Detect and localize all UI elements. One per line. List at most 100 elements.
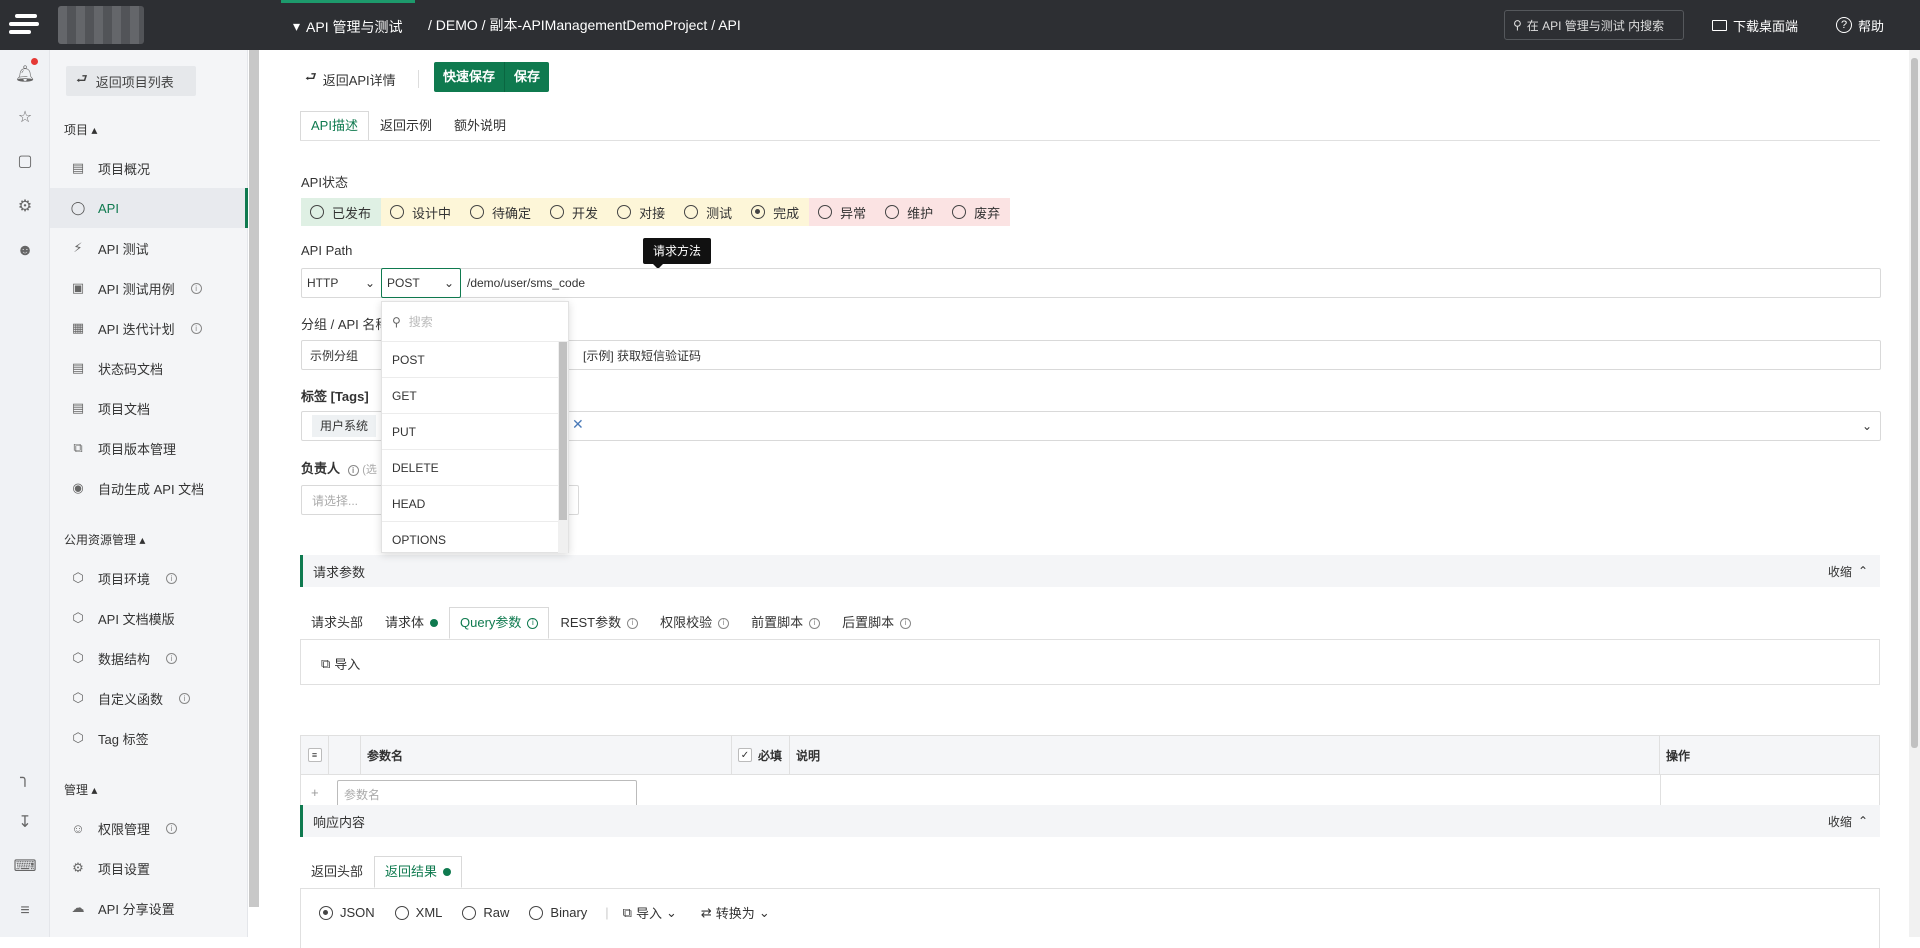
format-xml-radio[interactable]: XML — [394, 905, 442, 920]
status-option[interactable]: 开发 — [541, 198, 609, 226]
status-option[interactable]: 废弃 — [943, 198, 1011, 226]
sidebar-item-env[interactable]: ⬡ 项目环境 i — [50, 558, 248, 598]
tab-response-header[interactable]: 返回头部 — [300, 856, 374, 888]
sidebar-item-datastruct[interactable]: ⬡ 数据结构 i — [50, 638, 248, 678]
tab-response-result[interactable]: 返回结果 — [374, 856, 463, 888]
protocol-select[interactable]: HTTP ⌄ — [301, 268, 381, 298]
method-option-get[interactable]: GET — [382, 378, 558, 414]
owner-placeholder: 请选择... — [312, 493, 359, 508]
column-menu-icon[interactable]: ≡ — [301, 736, 329, 774]
radio-icon — [462, 905, 477, 920]
headset-icon[interactable]: ╮ — [15, 768, 35, 788]
convert-button[interactable]: ⇄ 转换为 ⌄ — [701, 903, 770, 922]
app-logo[interactable] — [7, 8, 41, 42]
collapse-response-button[interactable]: 收缩 ⌃ — [1828, 813, 1868, 830]
status-option[interactable]: 完成 — [742, 198, 810, 226]
sidebar-scrollbar[interactable] — [249, 50, 259, 907]
sidebar-item-label: API — [98, 200, 119, 216]
tab-request-header[interactable]: 请求头部 — [300, 607, 374, 639]
global-search-input[interactable]: ⚲ 在 API 管理与测试 内搜索 — [1504, 10, 1684, 40]
format-binary-radio[interactable]: Binary — [529, 905, 587, 920]
dropdown-search-input[interactable]: ⚲ 搜索 — [382, 302, 568, 342]
sidebar-item-project-doc[interactable]: ▤ 项目文档 — [50, 388, 248, 428]
keyboard-icon[interactable]: ⌨ — [13, 856, 36, 876]
bell-icon[interactable]: 🔔︎ — [15, 64, 35, 84]
sidebar-item-api[interactable]: ◯ API — [50, 188, 248, 228]
tab-query-params[interactable]: Query参数 i — [449, 607, 550, 639]
tab-post-script[interactable]: 后置脚本 i — [831, 607, 922, 639]
tab-api-description[interactable]: API描述 — [300, 111, 369, 141]
status-option-label: 维护 — [907, 205, 934, 221]
tab-auth[interactable]: 权限校验 i — [649, 607, 740, 639]
top-bar: ▾ API 管理与测试 / DEMO / 副本-APIManagementDem… — [0, 0, 1920, 50]
close-icon[interactable]: ✕ — [572, 416, 584, 433]
sidebar-item-settings[interactable]: ⚙ 项目设置 — [50, 848, 248, 888]
sidebar-item-tags[interactable]: ⬡ Tag 标签 — [50, 718, 248, 758]
column-operations: 操作 — [1666, 748, 1691, 763]
module-switcher[interactable]: ▾ API 管理与测试 — [281, 0, 415, 50]
sidebar-item-overview[interactable]: ▤ 项目概况 — [50, 148, 248, 188]
back-to-projects-button[interactable]: ⮐ 返回项目列表 — [66, 66, 196, 96]
sidebar-item-version[interactable]: ⧉ 项目版本管理 — [50, 428, 248, 468]
settings-icon[interactable]: ⚙ — [15, 196, 35, 216]
collapse-request-button[interactable]: 收缩 ⌃ — [1828, 563, 1868, 580]
status-option[interactable]: 异常 — [809, 198, 877, 226]
status-option[interactable]: 测试 — [675, 198, 743, 226]
method-option-put[interactable]: PUT — [382, 414, 558, 450]
download-desktop-button[interactable]: 下载桌面端 — [1712, 0, 1798, 50]
status-option[interactable]: 设计中 — [381, 198, 462, 226]
sidebar-item-label: 项目环境 — [98, 571, 151, 587]
url-input[interactable]: /demo/user/sms_code — [467, 269, 1067, 297]
add-user-icon[interactable]: ☻ — [15, 241, 35, 261]
status-option[interactable]: 对接 — [608, 198, 676, 226]
sidebar-item-permission[interactable]: ☺ 权限管理 i — [50, 808, 248, 848]
tab-pre-script[interactable]: 前置脚本 i — [740, 607, 831, 639]
method-option-delete[interactable]: DELETE — [382, 450, 558, 486]
sidebar-item-template[interactable]: ⬡ API 文档模版 — [50, 598, 248, 638]
tab-return-example[interactable]: 返回示例 — [369, 111, 443, 141]
tab-rest-params[interactable]: REST参数 i — [549, 607, 649, 639]
section-manage-header[interactable]: 管理 ▴ — [64, 781, 97, 798]
save-button[interactable]: 保存 — [504, 62, 549, 92]
tab-request-body[interactable]: 请求体 — [374, 607, 449, 639]
sidebar-item-share[interactable]: ☁ API 分享设置 — [50, 888, 248, 928]
status-option[interactable]: 维护 — [876, 198, 944, 226]
format-raw-radio[interactable]: Raw — [462, 905, 509, 920]
sidebar-item-function[interactable]: ⬡ 自定义函数 i — [50, 678, 248, 718]
method-option-head[interactable]: HEAD — [382, 486, 558, 522]
sidebar-item-api-testcase[interactable]: ▣ API 测试用例 i — [50, 268, 248, 308]
method-option-post[interactable]: POST — [382, 342, 558, 378]
breadcrumb[interactable]: / DEMO / 副本-APIManagementDemoProject / A… — [428, 0, 741, 50]
shirt-icon[interactable]: ▢ — [15, 151, 35, 171]
response-tabs: 返回头部 返回结果 — [300, 856, 463, 888]
method-tooltip: 请求方法 — [643, 238, 712, 269]
sidebar-item-api-test[interactable]: ⚡︎ API 测试 — [50, 228, 248, 268]
api-name-input[interactable]: [示例] 获取短信验证码 — [577, 341, 1177, 369]
cube-icon: ⬡ — [72, 570, 84, 585]
quick-save-button[interactable]: 快速保存 — [434, 62, 504, 92]
status-option[interactable]: 已发布 — [301, 198, 382, 226]
sidebar-item-autogen[interactable]: ◉ 自动生成 API 文档 — [50, 468, 248, 508]
required-checkbox[interactable]: ✓ — [738, 748, 752, 762]
format-json-radio[interactable]: JSON — [319, 905, 375, 920]
main-scrollbar[interactable] — [1909, 50, 1920, 937]
method-select[interactable]: POST ⌄ — [381, 268, 461, 298]
help-button[interactable]: ? 帮助 — [1836, 0, 1884, 50]
sidebar-item-api-iteration[interactable]: ▦ API 迭代计划 i — [50, 308, 248, 348]
star-icon[interactable]: ☆ — [15, 107, 35, 127]
plus-icon[interactable]: + — [311, 785, 319, 800]
tab-extra-notes[interactable]: 额外说明 — [443, 111, 517, 141]
import-button[interactable]: ⧉ 导入 — [321, 654, 360, 673]
back-to-api-detail-button[interactable]: ⮐ 返回API详情 — [305, 66, 396, 92]
section-manage-label: 管理 — [64, 783, 89, 797]
collapse-down-icon[interactable]: ↧ — [15, 812, 35, 832]
status-option[interactable]: 待确定 — [461, 198, 542, 226]
method-option-options[interactable]: OPTIONS — [382, 522, 558, 558]
section-project-header[interactable]: 项目 ▴ — [64, 121, 97, 138]
download-label: 下载桌面端 — [1733, 18, 1799, 34]
section-public-header[interactable]: 公用资源管理 ▴ — [64, 531, 145, 548]
dropdown-scrollbar[interactable] — [558, 342, 568, 553]
sidebar-item-statuscode[interactable]: ▤ 状态码文档 — [50, 348, 248, 388]
menu-icon[interactable]: ≡ — [15, 901, 35, 921]
response-import-button[interactable]: ⧉ 导入 ⌄ — [623, 903, 677, 922]
